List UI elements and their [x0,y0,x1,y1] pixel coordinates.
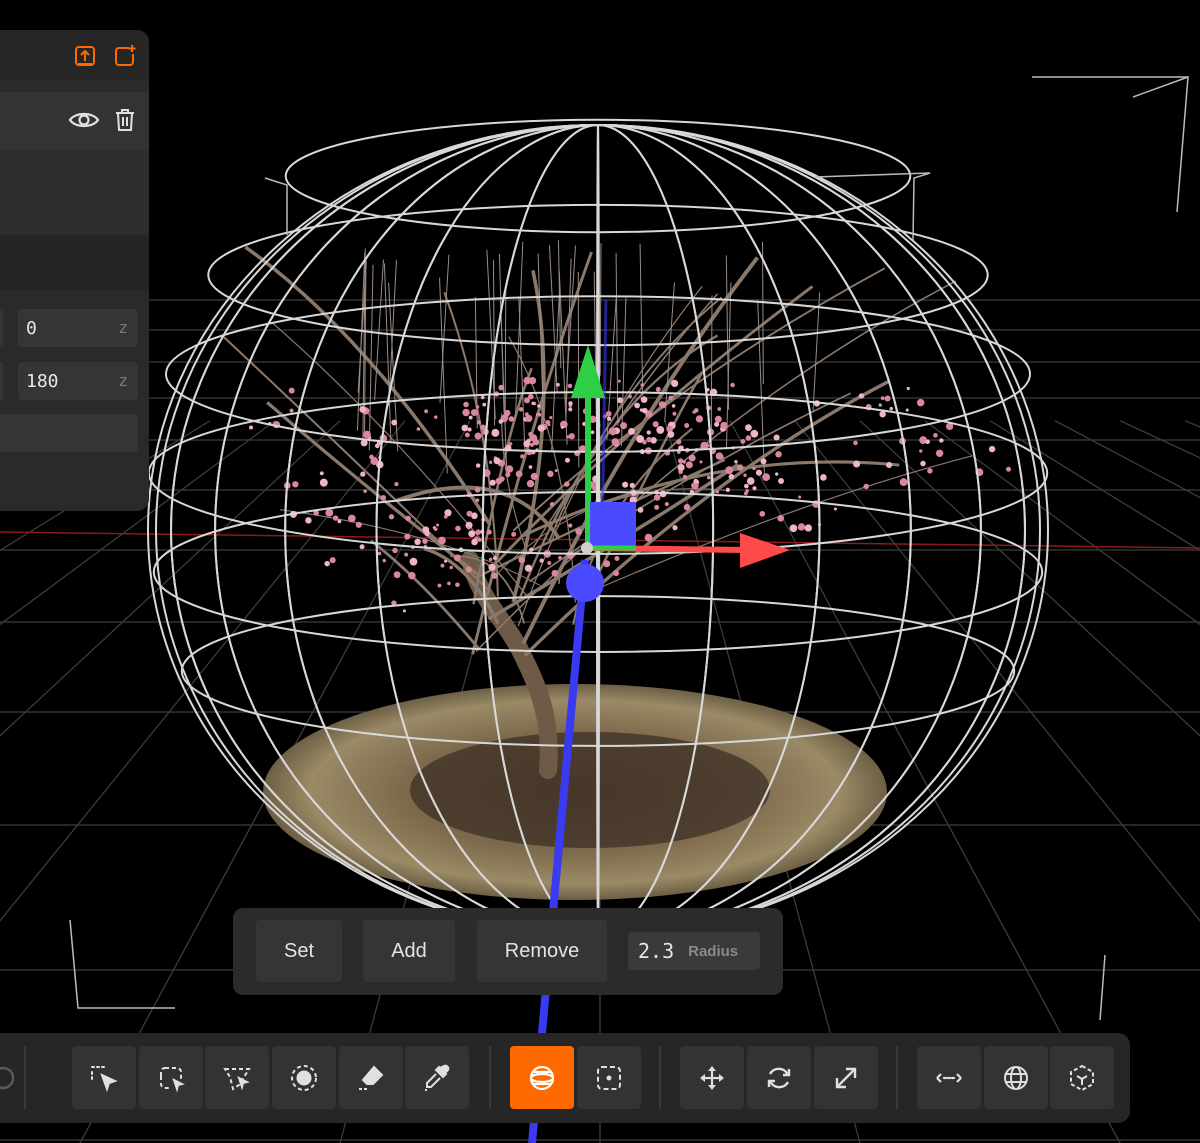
brush-select-button[interactable] [272,1046,336,1109]
translate-icon [700,1065,724,1090]
toolbar-divider [896,1046,898,1109]
rotate-button[interactable] [747,1046,811,1109]
box-select-icon [597,1065,621,1090]
brush-select-icon [291,1064,317,1091]
undo-icon[interactable] [0,1063,15,1093]
remove-button[interactable]: Remove [477,920,607,982]
eye-icon[interactable] [68,106,100,134]
toolbar-divider [489,1046,491,1109]
field-stub [0,362,3,400]
add-button[interactable]: Add [363,920,455,982]
upload-icon[interactable] [72,43,98,69]
polygon-select-button[interactable] [205,1046,269,1109]
sphere-select-icon [529,1065,555,1090]
globe-icon [1004,1065,1028,1090]
scale-button[interactable] [814,1046,878,1109]
toolbar-divider [659,1046,661,1109]
scale-z-value: 180 [26,370,59,392]
wide-input-field[interactable] [0,414,138,452]
toolbar-divider [24,1046,26,1109]
panel-header [0,30,149,80]
sphere-select-button[interactable] [510,1046,574,1109]
radius-field[interactable]: 2.3 Radius [628,932,760,970]
scale-z-field[interactable]: 180 z [18,362,138,400]
z-axis-label: z [118,318,128,337]
panel-section [0,150,149,235]
z-axis-label: z [118,371,128,390]
polygon-select-icon [223,1067,251,1091]
eyedropper-icon [425,1064,450,1091]
rotation-z-value: 0 [26,317,37,339]
picker-select-icon [91,1065,118,1092]
eraser-icon [359,1065,384,1090]
add-file-icon[interactable] [112,43,138,69]
local-space-icon [1070,1064,1094,1091]
eraser-button[interactable] [339,1046,403,1109]
eyedropper-button[interactable] [405,1046,469,1109]
picker-select-button[interactable] [72,1046,136,1109]
rotate-icon [767,1067,791,1088]
splat-row[interactable] [0,92,149,150]
scale-icon [835,1067,857,1088]
panel-divider [0,235,149,290]
set-button[interactable]: Set [256,920,342,982]
radius-label: Radius [688,942,739,960]
properties-panel: 0 z 180 z [0,30,149,511]
bottom-toolbar [0,1033,1130,1123]
sphere-selection-popup: Set Add Remove 2.3 Radius [233,908,783,995]
local-space-button[interactable] [1050,1046,1114,1109]
translate-button[interactable] [680,1046,744,1109]
lasso-select-button[interactable] [139,1046,203,1109]
lasso-select-icon [160,1066,185,1093]
trash-icon[interactable] [113,106,137,134]
ground-patch [263,684,887,900]
radius-value: 2.3 [638,939,675,963]
rotation-z-field[interactable]: 0 z [18,309,138,347]
world-space-toggle-icon [936,1072,962,1083]
world-space-toggle-button[interactable] [917,1046,981,1109]
field-stub [0,309,3,347]
globe-button[interactable] [984,1046,1048,1109]
box-select-button[interactable] [577,1046,641,1109]
